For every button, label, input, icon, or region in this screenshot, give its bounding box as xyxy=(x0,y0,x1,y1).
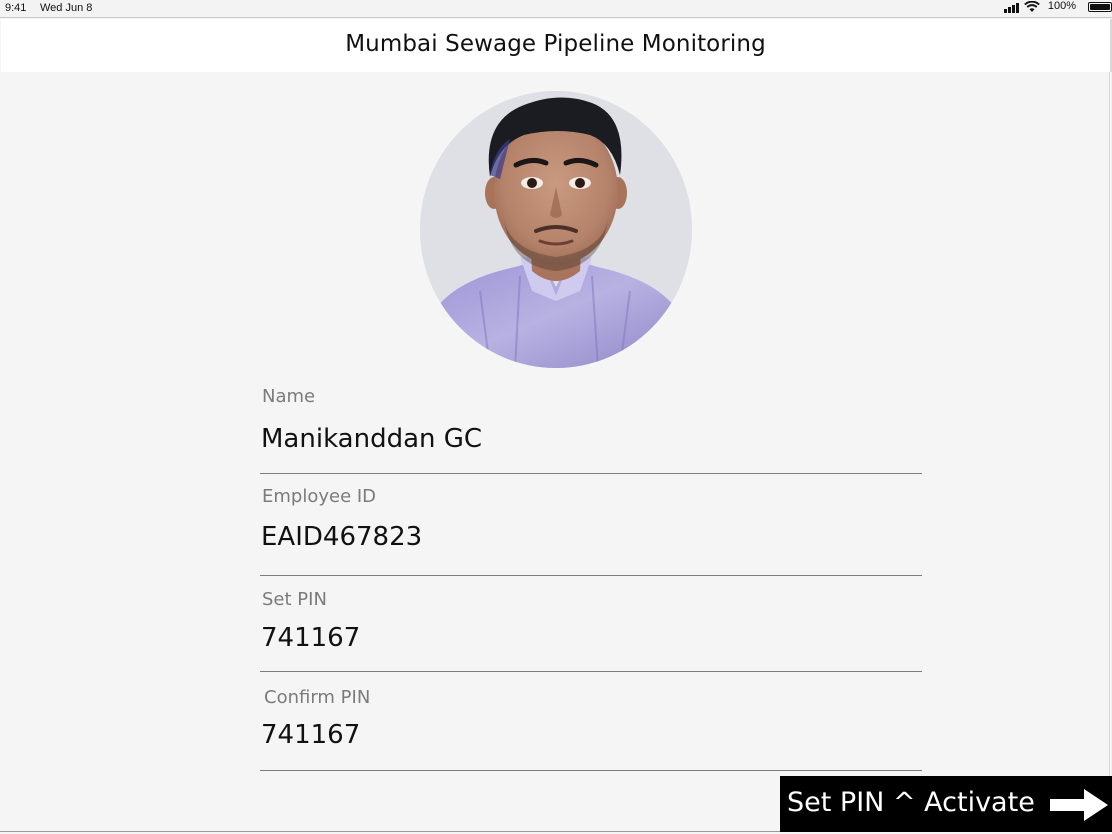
name-underline xyxy=(260,473,922,474)
set-pin-input[interactable] xyxy=(261,623,861,653)
app-screen: 9:41 Wed Jun 8 100% Mumbai Sewage Pipeli… xyxy=(0,0,1112,834)
employee-id-input[interactable] xyxy=(261,522,861,552)
status-bar: 9:41 Wed Jun 8 100% xyxy=(0,0,1112,18)
right-divider xyxy=(1109,72,1110,832)
confirm-pin-field[interactable]: Confirm PIN xyxy=(260,686,922,774)
employee-id-field[interactable]: Employee ID xyxy=(260,484,922,578)
battery-percent: 100% xyxy=(1047,0,1076,12)
name-field[interactable]: Name xyxy=(260,384,922,476)
set-pin-activate-button[interactable]: Set PIN ^ Activate xyxy=(780,776,1112,832)
arrow-right-icon xyxy=(1050,789,1108,821)
profile-photo xyxy=(420,91,692,368)
set-pin-activate-label: Set PIN ^ Activate xyxy=(787,787,1035,818)
employee-id-label: Employee ID xyxy=(262,486,377,507)
set-pin-underline xyxy=(260,671,922,672)
employee-id-underline xyxy=(260,575,922,576)
signal-icon xyxy=(1004,3,1020,13)
confirm-pin-underline xyxy=(260,770,922,771)
status-date: Wed Jun 8 xyxy=(40,2,93,14)
confirm-pin-input[interactable] xyxy=(261,720,861,750)
set-pin-field[interactable]: Set PIN xyxy=(260,587,922,675)
header-bar: Mumbai Sewage Pipeline Monitoring xyxy=(1,19,1112,72)
confirm-pin-label: Confirm PIN xyxy=(264,687,371,708)
status-time: 9:41 xyxy=(5,2,27,14)
name-input[interactable] xyxy=(261,424,861,454)
name-label: Name xyxy=(262,386,316,407)
page-title: Mumbai Sewage Pipeline Monitoring xyxy=(345,31,766,57)
profile-photo-drawing xyxy=(420,91,692,368)
wifi-icon xyxy=(1024,1,1040,12)
set-pin-label: Set PIN xyxy=(262,589,327,610)
battery-icon xyxy=(1088,2,1112,12)
